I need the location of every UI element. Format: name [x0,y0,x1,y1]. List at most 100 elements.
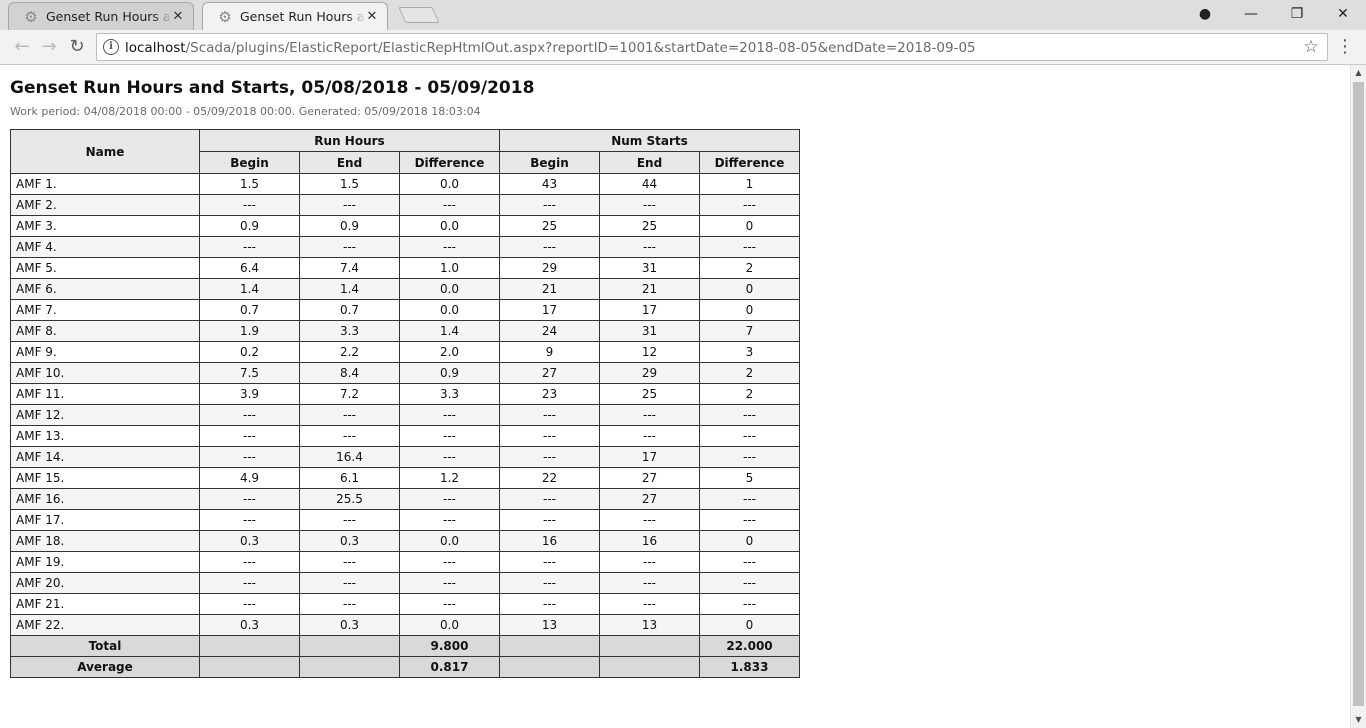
row-ns-difference: --- [699,404,800,426]
minimize-button[interactable]: — [1228,0,1274,28]
total-rh-begin [199,635,300,657]
row-rh-begin: 3.9 [199,383,300,405]
header-ns-difference: Difference [699,151,800,174]
scroll-down-arrow-icon[interactable]: ▼ [1351,712,1366,728]
browser-tab-1[interactable]: ⚙ Genset Run Hours and Starts, 05/08/201… [8,2,194,30]
row-ns-difference: 5 [699,467,800,489]
row-rh-begin: --- [199,488,300,510]
total-row: Total 9.800 22.000 [10,635,800,657]
row-ns-end: --- [599,551,700,573]
back-button[interactable]: ← [9,34,35,60]
row-rh-end: 1.5 [299,173,400,195]
row-rh-end: 8.4 [299,362,400,384]
vertical-scrollbar[interactable]: ▲ ▼ [1350,65,1366,728]
row-rh-end: 0.9 [299,215,400,237]
forward-button[interactable]: → [36,34,62,60]
header-rh-begin: Begin [199,151,300,174]
row-ns-difference: 0 [699,530,800,552]
row-rh-begin: --- [199,425,300,447]
total-label: Total [10,635,200,657]
row-rh-difference: 0.0 [399,299,500,321]
row-rh-end: --- [299,593,400,615]
row-ns-end: 27 [599,467,700,489]
row-ns-end: 21 [599,278,700,300]
reload-button[interactable]: ↻ [64,34,90,60]
scroll-up-arrow-icon[interactable]: ▲ [1351,65,1366,81]
window-close-button[interactable]: ✕ [1320,0,1366,28]
restore-button[interactable]: ❐ [1274,0,1320,28]
close-icon[interactable]: ✕ [171,9,185,25]
row-ns-end: 16 [599,530,700,552]
row-rh-begin: --- [199,572,300,594]
row-rh-begin: 1.5 [199,173,300,195]
row-ns-difference: 2 [699,383,800,405]
report-title: Genset Run Hours and Starts, 05/08/2018 … [10,78,535,98]
tab-strip: ⚙ Genset Run Hours and Starts, 05/08/201… [0,0,1366,30]
row-ns-difference: 0 [699,299,800,321]
new-tab-button[interactable] [398,7,440,23]
address-bar[interactable]: i localhost/Scada/plugins/ElasticReport/… [96,33,1328,61]
row-ns-difference: --- [699,194,800,216]
browser-tab-2[interactable]: ⚙ Genset Run Hours and Starts, 05/08/201… [202,2,388,30]
row-rh-difference: 0.0 [399,215,500,237]
report-body: AMF 1. 1.5 1.5 0.0 43 44 1 AMF 2. --- --- --- --- --… [10,173,800,636]
row-rh-begin: 1.9 [199,320,300,342]
table-row: AMF 11. 3.9 7.2 3.3 23 25 2 [10,383,800,405]
row-rh-end: 0.3 [299,614,400,636]
row-name: AMF 2. [10,194,200,216]
header-run-hours: Run Hours [199,129,500,152]
info-icon[interactable]: i [103,39,119,55]
row-ns-begin: --- [499,572,600,594]
table-row: AMF 17. --- --- --- --- --- --- [10,509,800,531]
table-row: AMF 3. 0.9 0.9 0.0 25 25 0 [10,215,800,237]
row-rh-begin: --- [199,194,300,216]
total-ns-begin [499,635,600,657]
row-rh-difference: 0.0 [399,530,500,552]
account-icon[interactable]: ● [1182,0,1228,28]
total-ns-end [599,635,700,657]
row-name: AMF 22. [10,614,200,636]
row-ns-end: 17 [599,446,700,468]
average-rh-begin [199,656,300,678]
table-row: AMF 13. --- --- --- --- --- --- [10,425,800,447]
row-name: AMF 1. [10,173,200,195]
row-rh-end: 3.3 [299,320,400,342]
row-rh-end: 6.1 [299,467,400,489]
header-num-starts: Num Starts [499,129,800,152]
menu-icon[interactable]: ⋮ [1336,34,1354,60]
row-rh-difference: 1.2 [399,467,500,489]
gear-icon: ⚙ [24,8,38,26]
row-ns-end: --- [599,593,700,615]
scrollbar-thumb[interactable] [1353,82,1364,706]
row-ns-end: 27 [599,488,700,510]
row-ns-begin: 43 [499,173,600,195]
url-path: /Scada/plugins/ElasticReport/ElasticRepH… [185,40,976,56]
row-ns-end: 25 [599,383,700,405]
row-ns-begin: 27 [499,362,600,384]
table-row: AMF 4. --- --- --- --- --- --- [10,236,800,258]
row-ns-difference: 1 [699,173,800,195]
row-ns-begin: --- [499,551,600,573]
row-name: AMF 19. [10,551,200,573]
row-rh-difference: --- [399,509,500,531]
total-ns-difference: 22.000 [699,635,800,657]
table-row: AMF 8. 1.9 3.3 1.4 24 31 7 [10,320,800,342]
row-rh-difference: --- [399,425,500,447]
row-rh-difference: 3.3 [399,383,500,405]
row-rh-begin: --- [199,509,300,531]
header-rh-end: End [299,151,400,174]
row-ns-begin: --- [499,425,600,447]
row-name: AMF 13. [10,425,200,447]
star-icon[interactable]: ☆ [1301,37,1321,57]
average-ns-difference: 1.833 [699,656,800,678]
table-row: AMF 19. --- --- --- --- --- --- [10,551,800,573]
table-row: AMF 7. 0.7 0.7 0.0 17 17 0 [10,299,800,321]
row-name: AMF 9. [10,341,200,363]
row-name: AMF 15. [10,467,200,489]
close-icon[interactable]: ✕ [365,9,379,25]
row-rh-difference: --- [399,236,500,258]
row-ns-end: 44 [599,173,700,195]
average-rh-end [299,656,400,678]
url-text[interactable]: localhost/Scada/plugins/ElasticReport/El… [125,39,976,57]
row-name: AMF 20. [10,572,200,594]
